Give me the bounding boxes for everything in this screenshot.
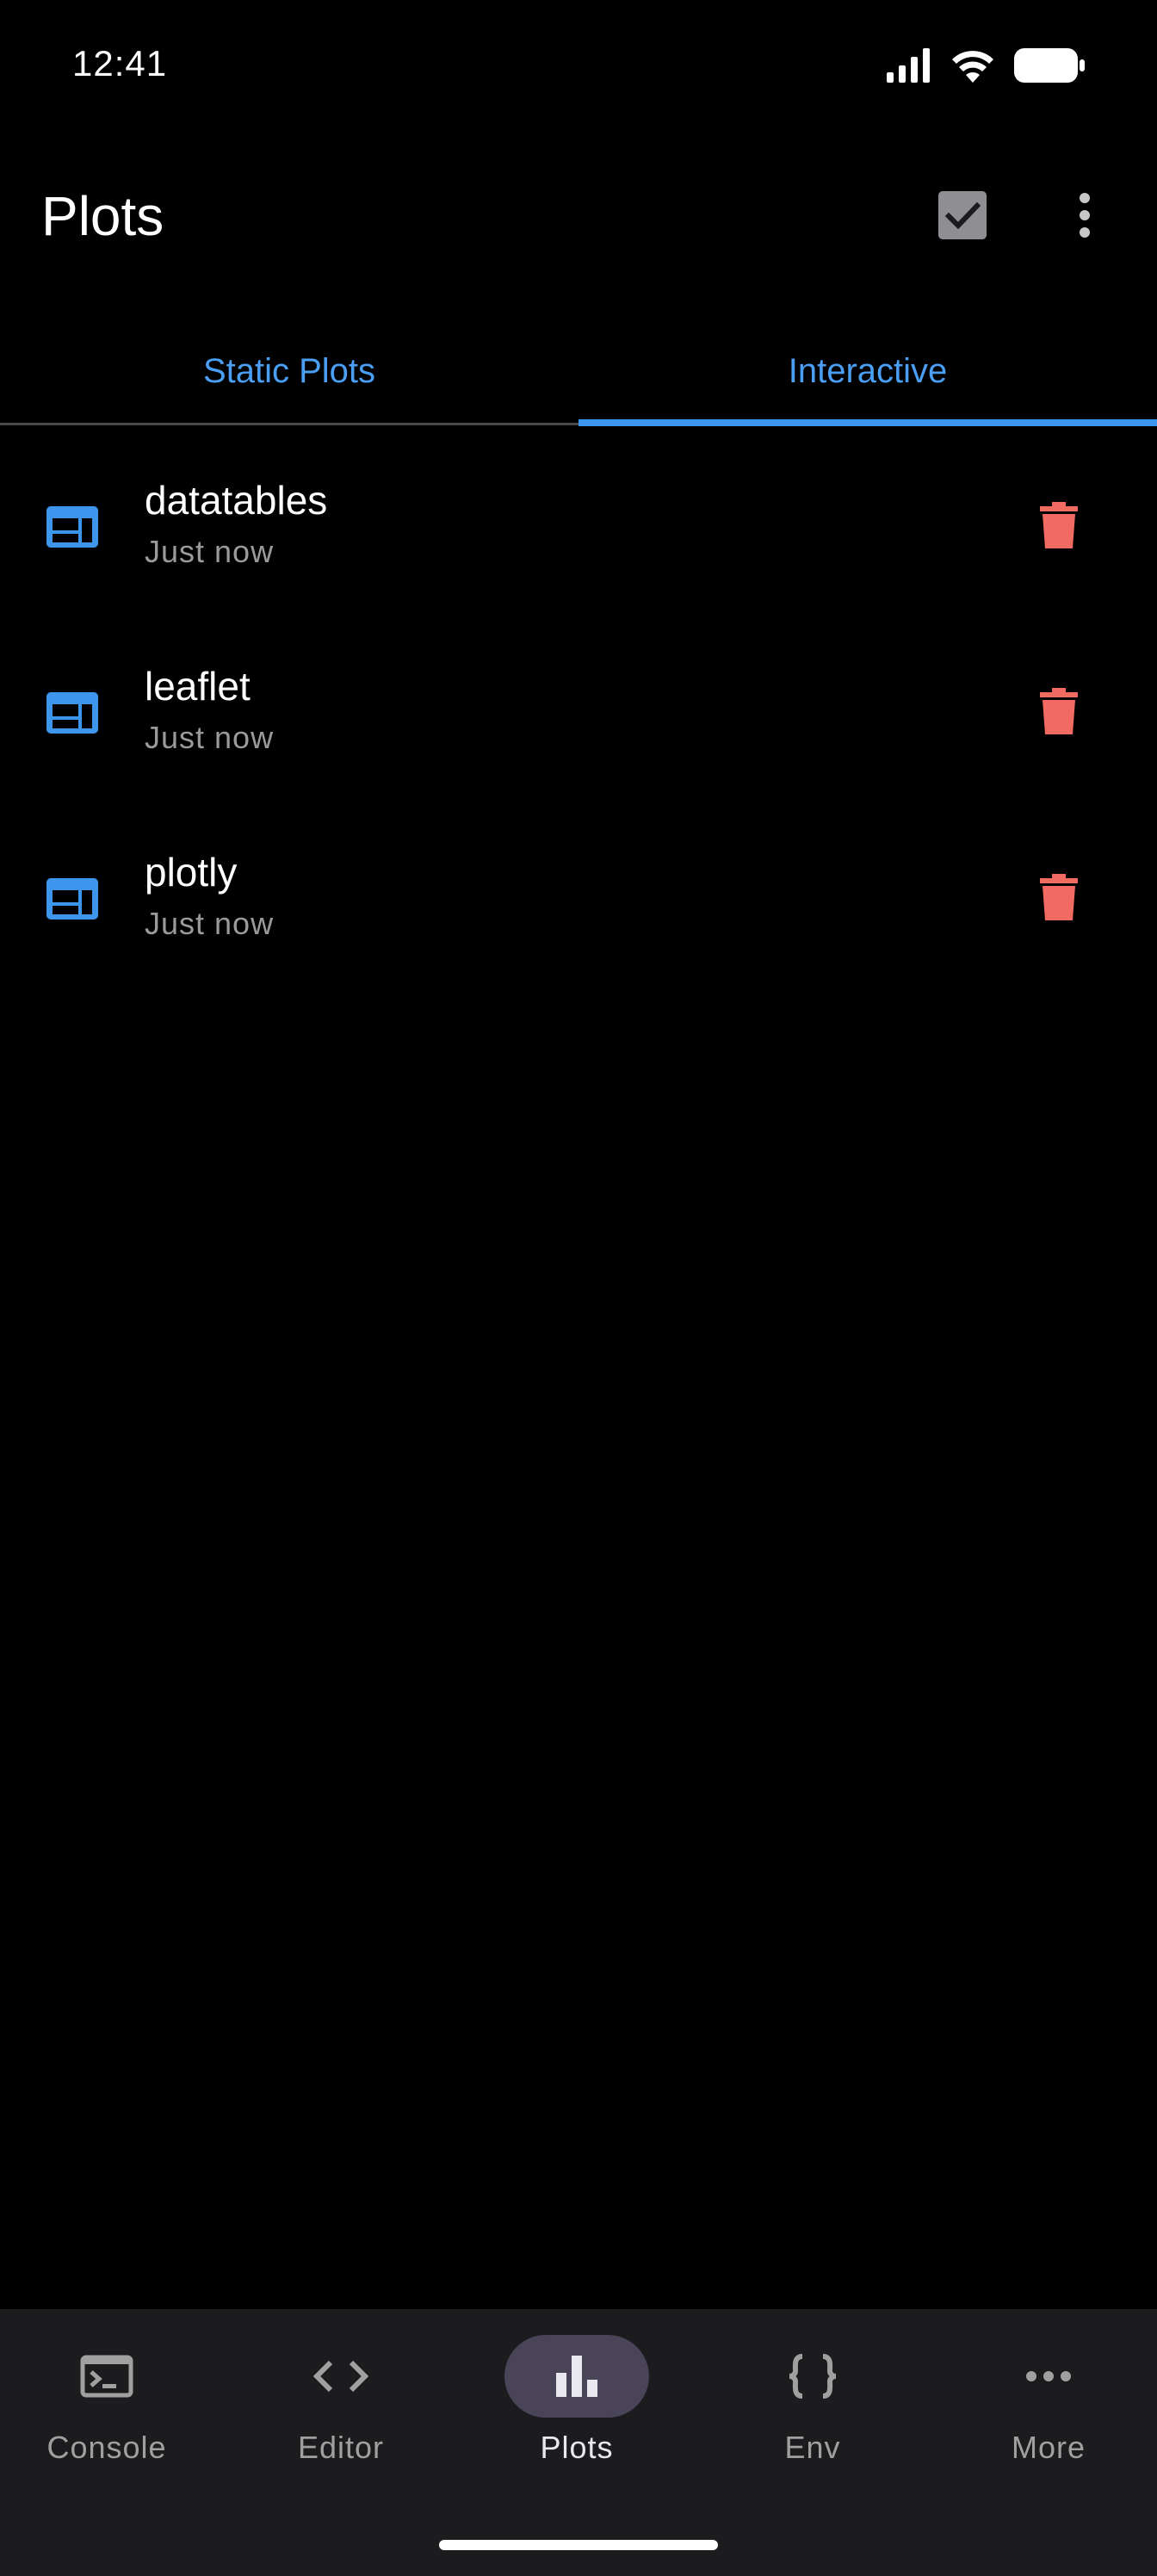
plot-name: plotly <box>145 850 238 895</box>
plot-name: datatables <box>145 478 328 523</box>
app-bar: Plots <box>0 164 1157 276</box>
web-widget-icon <box>46 506 98 548</box>
nav-icon-container <box>34 2335 179 2418</box>
nav-icon-container <box>269 2335 413 2418</box>
list-item[interactable]: leaflet Just now <box>0 642 1157 828</box>
status-icons <box>885 48 1085 83</box>
signal-icon <box>887 48 930 83</box>
trash-icon <box>1040 874 1078 920</box>
nav-item-env[interactable]: Env <box>718 2335 907 2507</box>
plot-tabs: Static Plots Interactive <box>0 320 1157 426</box>
battery-icon <box>1014 48 1085 83</box>
plot-timestamp: Just now <box>145 720 275 755</box>
page-title: Plots <box>41 185 164 247</box>
trash-icon <box>1040 688 1078 734</box>
nav-icon-container <box>740 2335 885 2418</box>
tab-static-plots[interactable]: Static Plots <box>0 320 578 423</box>
tab-interactive[interactable]: Interactive <box>578 320 1157 426</box>
bar-chart-icon <box>556 2356 597 2397</box>
nav-item-console[interactable]: Console <box>12 2335 201 2507</box>
more-horiz-icon <box>1026 2371 1071 2381</box>
delete-button[interactable] <box>1024 677 1093 746</box>
nav-label: Plots <box>540 2430 614 2465</box>
nav-label: Editor <box>297 2430 385 2465</box>
nav-icon-container <box>976 2335 1121 2418</box>
web-widget-icon <box>46 878 98 920</box>
status-time: 12:41 <box>72 43 168 84</box>
delete-button[interactable] <box>1024 491 1093 560</box>
nav-item-editor[interactable]: Editor <box>246 2335 436 2507</box>
nav-label: Env <box>784 2430 841 2465</box>
status-bar: 12:41 <box>0 0 1157 129</box>
wifi-icon <box>952 51 993 83</box>
nav-item-plots[interactable]: Plots <box>482 2335 671 2507</box>
trash-icon <box>1040 502 1078 548</box>
delete-button[interactable] <box>1024 863 1093 932</box>
braces-icon <box>789 2354 837 2399</box>
plot-timestamp: Just now <box>145 534 275 569</box>
nav-item-more[interactable]: More <box>954 2335 1143 2507</box>
more-options-button[interactable] <box>1050 181 1119 250</box>
select-all-icon <box>938 191 987 239</box>
bottom-navigation: Console Editor Plots Env More <box>0 2309 1157 2576</box>
nav-icon-container <box>504 2335 649 2418</box>
list-item[interactable]: plotly Just now <box>0 828 1157 1014</box>
nav-label: Console <box>46 2430 167 2465</box>
nav-label: More <box>1011 2430 1086 2465</box>
web-widget-icon <box>46 692 98 734</box>
plots-screen: 12:41 Plots Static Plots Interactive dat… <box>0 0 1157 2576</box>
plot-timestamp: Just now <box>145 906 275 941</box>
terminal-icon <box>80 2355 133 2398</box>
home-indicator[interactable] <box>439 2540 718 2550</box>
more-vert-icon <box>1080 193 1090 238</box>
code-icon <box>313 2360 368 2393</box>
list-item[interactable]: datatables Just now <box>0 456 1157 642</box>
plot-list: datatables Just now leaflet Just now plo… <box>0 456 1157 1014</box>
select-all-button[interactable] <box>928 181 997 250</box>
plot-name: leaflet <box>145 664 251 709</box>
